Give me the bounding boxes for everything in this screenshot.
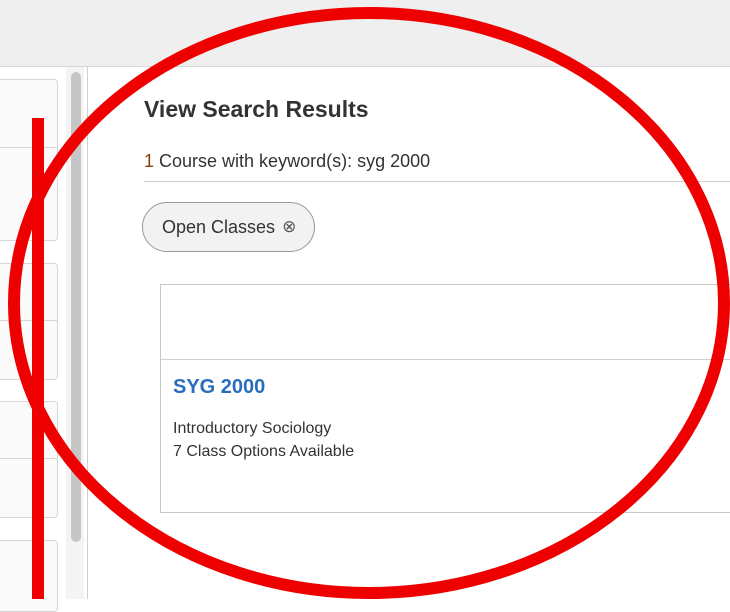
left-panel-card[interactable] (0, 401, 58, 518)
left-panel-card[interactable] (0, 263, 58, 380)
summary-divider (144, 181, 730, 182)
page-title: View Search Results (144, 96, 369, 122)
filter-label: Open Classes (162, 216, 276, 237)
results-list-header (161, 285, 730, 360)
left-panel-card[interactable] (0, 79, 58, 241)
course-title: Introductory Sociology (173, 420, 332, 437)
top-bar (0, 0, 730, 67)
results-summary-text: Course with keyword(s): syg 2000 (154, 151, 431, 171)
open-classes-filter-button[interactable]: Open Classes ⊗ (142, 202, 316, 252)
results-summary: 1 Course with keyword(s): syg 2000 (144, 151, 430, 172)
course-code-link[interactable]: SYG 2000 (173, 376, 265, 399)
results-count: 1 (144, 151, 155, 171)
scrollbar-thumb[interactable] (71, 72, 81, 542)
left-panel-card[interactable] (0, 540, 58, 612)
close-icon: ⊗ (282, 217, 297, 236)
course-class-options: 7 Class Options Available (173, 443, 355, 460)
